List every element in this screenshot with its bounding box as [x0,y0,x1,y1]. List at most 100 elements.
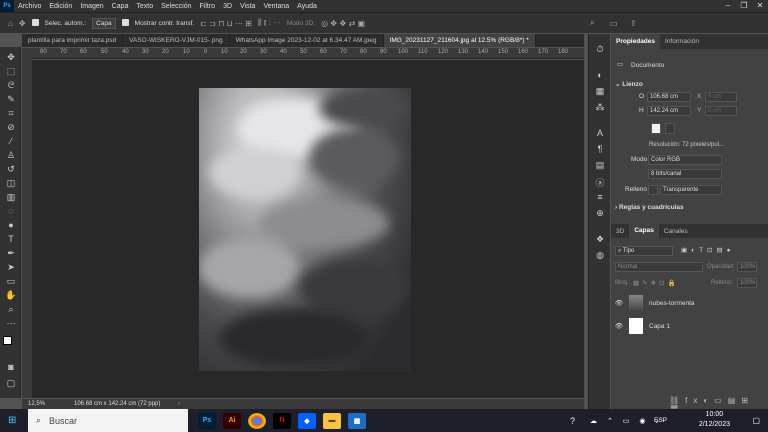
menu-ventana[interactable]: Ventana [259,3,293,10]
zoom-level[interactable]: 12,5% [28,401,72,407]
history-panel-icon[interactable]: ⏱ [594,44,606,55]
menu-archivo[interactable]: Archivo [14,3,45,10]
path-select-icon[interactable]: ➤ [5,261,17,273]
move-tool-icon[interactable]: ✥ [5,51,17,63]
blur-tool-icon[interactable]: ◌ [5,205,17,217]
history-brush-icon[interactable]: ↺ [5,163,17,175]
lock-icons[interactable]: ▦✎✥⊡🔒 [633,279,679,287]
menu-edicion[interactable]: Edición [45,3,76,10]
menu-imagen[interactable]: Imagen [76,3,107,10]
rectangle-tool-icon[interactable]: ▭ [5,275,17,287]
taskbar-clock[interactable]: 10:00 2/12/2023 [699,410,730,430]
auto-select-checkbox[interactable] [31,19,39,27]
layer-filter-select[interactable]: ⌕ Tipo [615,246,673,256]
home-icon[interactable]: ⌂ [8,19,13,28]
screen-mode-icon[interactable]: ▢ [5,377,17,389]
brush-tool-icon[interactable]: ⁄ [5,135,17,147]
fill-swatch[interactable] [648,185,658,195]
layer-row[interactable]: 👁 Capa 1 [611,315,768,337]
filter-icons[interactable]: ▣◐T⊡▤● [681,246,735,254]
marquee-tool-icon[interactable]: ⬚ [5,65,17,77]
layer-name[interactable]: Capa 1 [649,323,670,330]
color-panel-icon[interactable]: ◐ [594,70,606,80]
y-field[interactable]: 0 cm [705,106,737,116]
clone-stamp-icon[interactable]: ♙ [5,149,17,161]
landscape-orientation-icon[interactable] [665,123,675,134]
menu-ayuda[interactable]: Ayuda [293,3,321,10]
eye-icon[interactable]: 👁 [611,322,627,330]
opacity-field[interactable]: 100% [737,262,757,272]
photoshop-taskbar-icon[interactable]: Ps [198,412,216,429]
crop-tool-icon[interactable]: ⌗ [5,107,17,119]
tab-vaso[interactable]: VASO-WISKERO-VJM-015-.png [123,34,230,47]
share-icon[interactable]: ⇪ [630,19,637,28]
menu-capa[interactable]: Capa [108,3,133,10]
fill-opacity-field[interactable]: 100% [737,278,757,288]
quick-mask-icon[interactable]: ◙ [5,361,17,373]
fill-select[interactable]: Transparente [660,185,722,195]
tab-img-active[interactable]: IMG_20231127_211604.jpg al 12.5% (RGB/8*… [383,34,536,47]
character-panel-icon[interactable]: A [594,128,606,138]
workspace-icon[interactable]: ▭ [610,19,618,28]
pen-tool-icon[interactable]: ✒ [5,247,17,259]
styles-icon[interactable]: ⊕ [594,208,606,219]
dodge-tool-icon[interactable]: ● [5,219,17,231]
section-lienzo[interactable]: ⌄ Lienzo [615,80,643,88]
bit-depth-select[interactable]: 8 bits/canal [648,169,722,179]
align-icons[interactable]: ⊏ ⊐ ⊓ ⊔ ⋯ ⊞ [200,19,252,28]
type-tool-icon[interactable]: T [5,233,17,245]
libraries-icon[interactable]: ▤ [594,160,606,171]
tab-propiedades[interactable]: Propiedades [611,34,661,49]
swatches-panel-icon[interactable]: ▦ [594,86,606,97]
taskbar-search[interactable]: ⌕ Buscar [28,409,188,432]
gradient-tool-icon[interactable]: ▥ [5,191,17,203]
menu-vista[interactable]: Vista [236,3,259,10]
portrait-orientation-icon[interactable] [651,123,661,134]
tab-plantilla[interactable]: plantilla para imprimir taza.psd [22,34,124,47]
dropbox-taskbar-icon[interactable]: ◆ [298,412,316,429]
menu-filtro[interactable]: Filtro [196,3,220,10]
foreground-color-swatch[interactable] [3,336,12,345]
menu-3d[interactable]: 3D [219,3,236,10]
height-field[interactable]: 142.24 cm [647,106,691,116]
windows-start-icon[interactable]: ⊞ [8,415,16,426]
paragraph-panel-icon[interactable]: ¶ [594,144,606,154]
layer-name[interactable]: nubes-tormenta [649,300,695,307]
channels-strip-icon[interactable]: ◍ [594,250,606,261]
3d-tools-icons[interactable]: ◎ ✥ ❖ ⇄ ▣ [321,19,365,28]
layer-row[interactable]: 👁 nubes-tormenta [611,292,768,314]
layers-strip-icon[interactable]: ❖ [594,234,606,245]
zoom-tool-icon[interactable]: ⌕ [5,303,17,315]
maximize-icon[interactable]: ❐ [736,0,752,12]
section-reglas[interactable]: › Reglas y cuadrículas [615,204,684,211]
hand-tool-icon[interactable]: ✋ [5,289,17,301]
mode-select[interactable]: Color RGB [648,155,722,165]
illustrator-taskbar-icon[interactable]: Ai [223,412,241,429]
tab-3d[interactable]: 3D [611,224,629,239]
show-transform-checkbox[interactable] [121,19,129,27]
distribute-icons[interactable]: ⫼ ⫾ ⋮ ⋯ [258,18,281,28]
notifications-icon[interactable]: ▢ [752,416,760,425]
more-tools-icon[interactable]: ⋯ [5,317,17,329]
menu-seleccion[interactable]: Selección [157,3,195,10]
tab-capas[interactable]: Capas [629,224,659,238]
blend-mode-select[interactable]: Normal [615,262,703,272]
language-indicator[interactable]: ESP [654,417,667,424]
storm-clouds-image[interactable] [199,88,411,371]
system-tray-icons[interactable]: ☁ ⌃ ▭ ◉ ♪ [590,417,663,425]
glyphs-icon[interactable]: ⓐ [594,176,606,189]
eyedropper-icon[interactable]: ⊘ [5,121,17,133]
search-icon[interactable]: ⌕ [590,18,594,28]
minimize-icon[interactable]: – [720,0,736,12]
move-tool-icon[interactable]: ✥ [19,19,26,28]
tab-informacion[interactable]: Información [660,34,704,49]
eraser-tool-icon[interactable]: ◫ [5,177,17,189]
brush-settings-icon[interactable]: ⁂ [594,102,606,113]
lasso-tool-icon[interactable]: ᘓ [5,79,17,91]
quick-select-icon[interactable]: ✎ [5,93,17,105]
status-arrow-icon[interactable]: › [178,401,180,407]
width-field[interactable]: 106.68 cm [647,92,691,102]
adjustments-icon[interactable]: ≡ [594,192,606,202]
close-icon[interactable]: ✕ [752,0,768,12]
eye-icon[interactable]: 👁 [611,299,627,307]
